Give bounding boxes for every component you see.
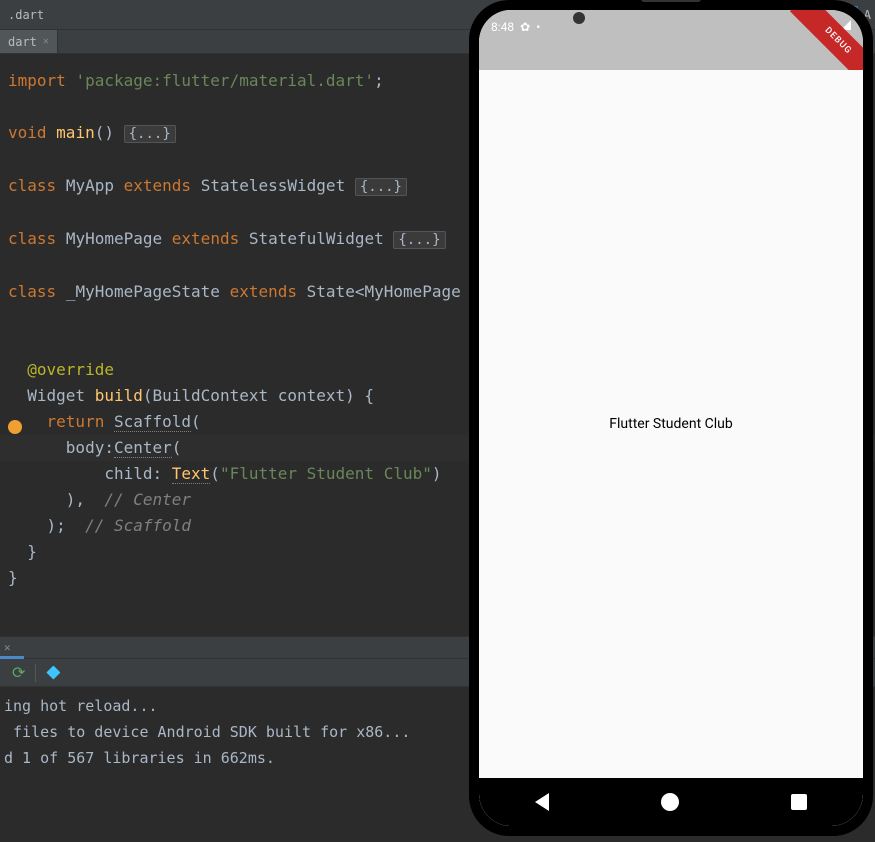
emulator-screen[interactable]: 8:48 ✿ • DEBUG Flutter Student Club	[479, 10, 863, 826]
fold-marker[interactable]: {...}	[393, 231, 445, 249]
overview-button[interactable]	[791, 794, 807, 810]
phone-camera	[573, 12, 585, 24]
gear-icon: ✿	[520, 20, 530, 34]
close-icon[interactable]: ✕	[4, 641, 11, 654]
divider	[35, 664, 36, 682]
back-button[interactable]	[535, 793, 549, 811]
dart-icon[interactable]	[46, 666, 60, 680]
close-icon[interactable]: ✕	[43, 36, 49, 47]
status-time: 8:48	[491, 20, 514, 34]
android-nav-bar	[479, 778, 863, 826]
home-button[interactable]	[661, 793, 679, 811]
phone-speaker	[641, 0, 701, 2]
emulator-frame: 8:48 ✿ • DEBUG Flutter Student Club	[469, 0, 873, 836]
file-tab-active[interactable]: dart ✕	[0, 30, 58, 53]
fold-marker[interactable]: {...}	[355, 178, 407, 196]
hot-reload-icon[interactable]: ⟳	[12, 663, 25, 682]
app-body: Flutter Student Club	[479, 70, 863, 778]
fold-marker[interactable]: {...}	[124, 125, 176, 143]
top-tab-file[interactable]: .dart	[0, 4, 52, 26]
file-tab-label: dart	[8, 35, 37, 49]
app-center-text: Flutter Student Club	[609, 416, 732, 432]
active-tab-indicator	[0, 656, 24, 659]
dot-icon: •	[536, 20, 540, 34]
